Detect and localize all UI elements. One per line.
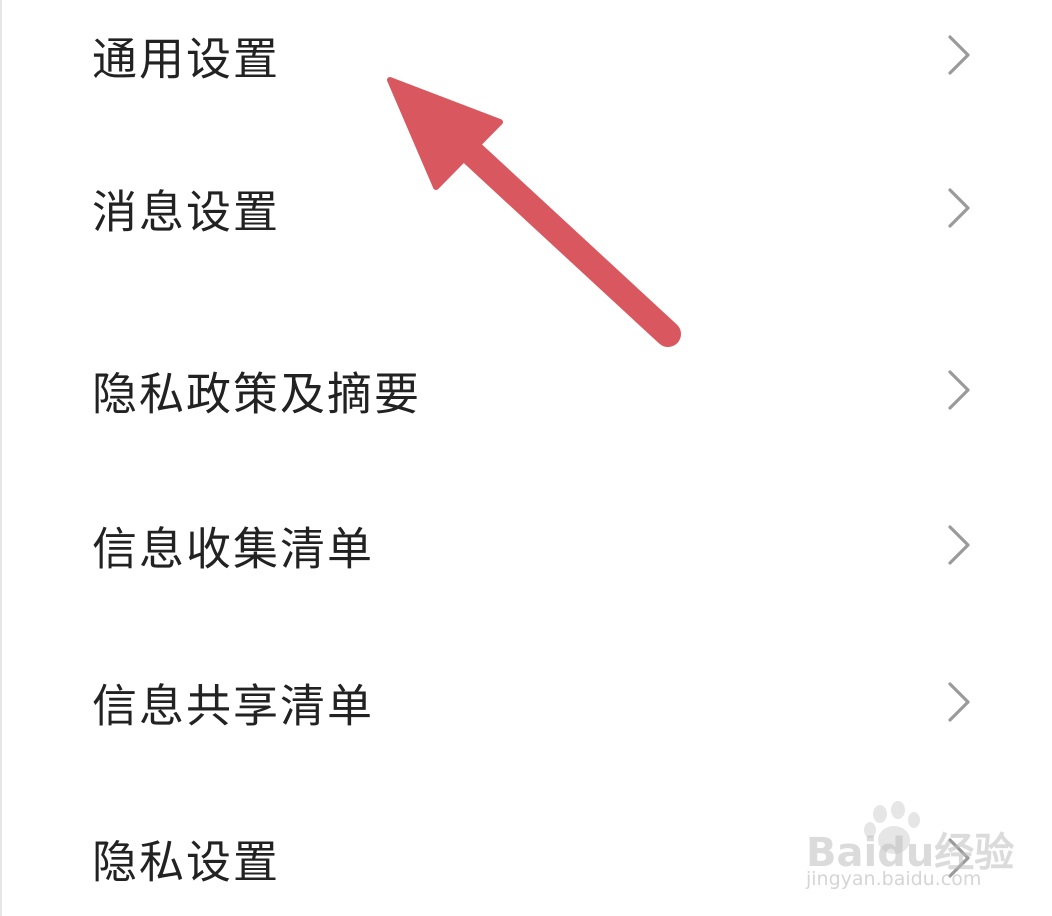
chevron-right-icon bbox=[948, 370, 970, 410]
menu-item-privacy-policy[interactable]: 隐私政策及摘要 bbox=[0, 335, 1052, 445]
menu-item-label: 隐私政策及摘要 bbox=[92, 367, 422, 421]
menu-item-label: 消息设置 bbox=[92, 185, 281, 239]
chevron-right-icon bbox=[948, 682, 970, 722]
menu-item-privacy-settings[interactable]: 隐私设置 bbox=[0, 803, 1052, 913]
menu-item-label: 通用设置 bbox=[92, 32, 281, 86]
chevron-right-icon bbox=[948, 838, 970, 878]
menu-item-info-collection-list[interactable]: 信息收集清单 bbox=[0, 490, 1052, 600]
menu-item-label: 隐私设置 bbox=[92, 835, 281, 889]
menu-item-general-settings[interactable]: 通用设置 bbox=[0, 0, 1052, 110]
chevron-right-icon bbox=[948, 188, 970, 228]
menu-item-label: 信息共享清单 bbox=[92, 679, 375, 733]
chevron-right-icon bbox=[948, 35, 970, 75]
menu-item-info-sharing-list[interactable]: 信息共享清单 bbox=[0, 647, 1052, 757]
menu-item-label: 信息收集清单 bbox=[92, 522, 375, 576]
menu-item-message-settings[interactable]: 消息设置 bbox=[0, 153, 1052, 263]
settings-menu: 通用设置 消息设置 隐私政策及摘要 信息收集清单 信息共享清单 隐私设置 bbox=[0, 0, 1052, 916]
chevron-right-icon bbox=[948, 525, 970, 565]
